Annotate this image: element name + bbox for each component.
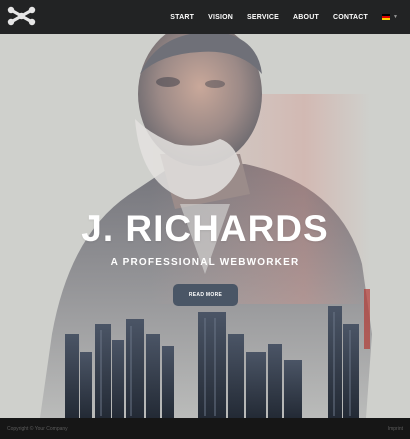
nav-contact[interactable]: CONTACT bbox=[333, 14, 368, 21]
hero-section: J. RICHARDS A PROFESSIONAL WEBWORKER REA… bbox=[0, 34, 410, 418]
nav-service[interactable]: SERVICE bbox=[247, 14, 279, 21]
logo-icon[interactable] bbox=[7, 6, 36, 26]
hero-subtitle: A PROFESSIONAL WEBWORKER bbox=[110, 257, 300, 268]
nav-vision[interactable]: VISION bbox=[208, 14, 233, 21]
imprint-link[interactable]: Imprint bbox=[388, 426, 403, 432]
read-more-button[interactable]: READ MORE bbox=[173, 284, 238, 306]
nav-start[interactable]: START bbox=[170, 14, 194, 21]
german-flag-icon bbox=[382, 14, 391, 20]
nav-about[interactable]: ABOUT bbox=[293, 14, 319, 21]
footer: Copyright © Your Company Imprint bbox=[0, 418, 410, 439]
chevron-down-icon: ▼ bbox=[393, 13, 398, 20]
language-switcher[interactable]: ▼ bbox=[382, 14, 398, 20]
top-bar: START VISION SERVICE ABOUT CONTACT ▼ bbox=[0, 0, 410, 34]
main-nav: START VISION SERVICE ABOUT CONTACT ▼ bbox=[170, 0, 410, 34]
copyright-text: Copyright © Your Company bbox=[7, 425, 68, 432]
hero-title: J. RICHARDS bbox=[81, 208, 329, 249]
